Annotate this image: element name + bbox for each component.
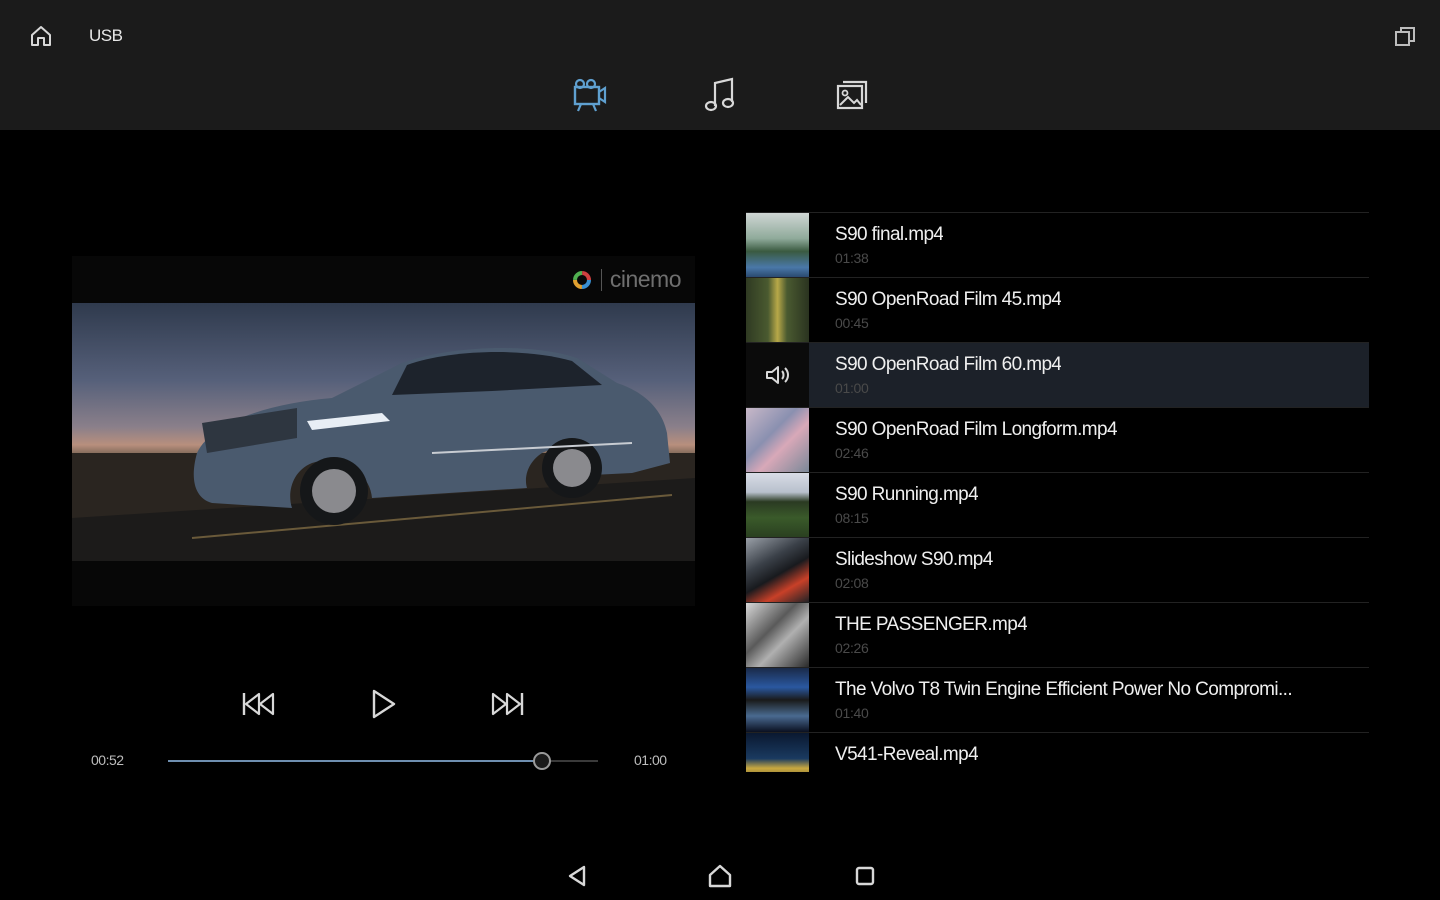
playlist-item-duration: 00:45	[835, 315, 869, 331]
car-video-image	[72, 347, 695, 561]
video-thumbnail	[746, 538, 809, 602]
tab-photos[interactable]	[830, 74, 874, 116]
video-frame[interactable]	[72, 303, 695, 561]
video-thumbnail	[746, 473, 809, 537]
playlist-item-duration: 02:08	[835, 575, 869, 591]
skip-next-icon	[491, 692, 524, 716]
playlist-item-title: The Volvo T8 Twin Engine Efficient Power…	[835, 679, 1293, 700]
playlist-item-title: S90 OpenRoad Film 60.mp4	[835, 354, 1062, 375]
playlist-item-title: S90 Running.mp4	[835, 484, 979, 505]
back-icon	[568, 865, 586, 887]
video-thumbnail	[746, 213, 809, 277]
playlist-item[interactable]: The Volvo T8 Twin Engine Efficient Power…	[746, 667, 1369, 732]
back-button[interactable]	[560, 860, 594, 892]
playlist-item-title: S90 OpenRoad Film Longform.mp4	[835, 419, 1117, 440]
seek-progress	[168, 760, 541, 762]
recents-button[interactable]	[848, 860, 882, 892]
tab-music[interactable]	[698, 74, 742, 116]
system-nav-bar	[0, 850, 1440, 900]
brand-divider	[600, 268, 602, 291]
photo-gallery-icon	[836, 80, 868, 110]
now-playing-speaker-icon	[746, 343, 809, 407]
playlist-item[interactable]: V541-Reveal.mp4 01:08	[746, 732, 1369, 772]
seek-thumb[interactable]	[532, 752, 551, 770]
recents-icon	[855, 866, 875, 886]
playback-controls: 00:52 01:00	[0, 660, 730, 780]
playlist-item-title: V541-Reveal.mp4	[835, 744, 979, 765]
system-home-button[interactable]	[703, 860, 737, 892]
tab-video[interactable]	[566, 74, 610, 116]
source-label: USB	[89, 26, 123, 45]
playlist-item[interactable]: S90 Running.mp4 08:15	[746, 472, 1369, 537]
previous-button[interactable]	[235, 682, 283, 726]
house-icon	[708, 864, 732, 888]
window-switch-icon	[1395, 27, 1415, 46]
playlist-item-title: S90 OpenRoad Film 45.mp4	[835, 289, 1062, 310]
next-button[interactable]	[483, 682, 531, 726]
playlist-item-duration: 02:46	[835, 445, 869, 461]
video-thumbnail	[746, 408, 809, 472]
total-time: 01:00	[634, 752, 667, 768]
brand-name: cinemo	[609, 266, 682, 292]
home-icon	[31, 26, 51, 46]
playlist-item[interactable]: S90 OpenRoad Film 60.mp4 01:00	[746, 342, 1369, 407]
cinemo-logo-icon	[572, 270, 591, 289]
window-switch-button[interactable]	[1390, 22, 1420, 52]
video-thumbnail	[746, 668, 809, 732]
seek-bar[interactable]	[168, 752, 598, 770]
playlist-item[interactable]: S90 OpenRoad Film 45.mp4 00:45	[746, 277, 1369, 342]
playlist-item[interactable]: Slideshow S90.mp4 02:08	[746, 537, 1369, 602]
playlist-item-duration: 01:38	[835, 250, 869, 266]
playlist-item-duration: 08:15	[835, 510, 869, 526]
playlist-item[interactable]: S90 final.mp4 01:38	[746, 212, 1369, 277]
play-icon	[372, 689, 396, 719]
music-note-icon	[704, 77, 735, 112]
home-button[interactable]	[26, 22, 56, 50]
playlist-item-duration: 01:08	[835, 770, 869, 772]
top-bar: USB	[0, 0, 1440, 130]
playlist-item-title: THE PASSENGER.mp4	[835, 614, 1028, 635]
playlist-item-duration: 01:00	[835, 380, 869, 396]
video-thumbnail	[746, 278, 809, 342]
playlist[interactable]: S90 final.mp4 01:38 S90 OpenRoad Film 45.m…	[746, 212, 1369, 772]
play-button[interactable]	[359, 682, 407, 726]
playlist-item-duration: 02:26	[835, 640, 869, 656]
video-icon	[573, 78, 607, 112]
playlist-item-duration: 01:40	[835, 705, 869, 721]
playlist-item-title: S90 final.mp4	[835, 224, 944, 245]
video-player[interactable]: cinemo	[72, 256, 695, 606]
elapsed-time: 00:52	[91, 752, 124, 768]
video-thumbnail	[746, 733, 809, 772]
playlist-item[interactable]: THE PASSENGER.mp4 02:26	[746, 602, 1369, 667]
playlist-item[interactable]: S90 OpenRoad Film Longform.mp4 02:46	[746, 407, 1369, 472]
skip-previous-icon	[242, 692, 275, 716]
brand-logo: cinemo	[571, 266, 682, 293]
video-thumbnail	[746, 603, 809, 667]
playlist-item-title: Slideshow S90.mp4	[835, 549, 993, 570]
